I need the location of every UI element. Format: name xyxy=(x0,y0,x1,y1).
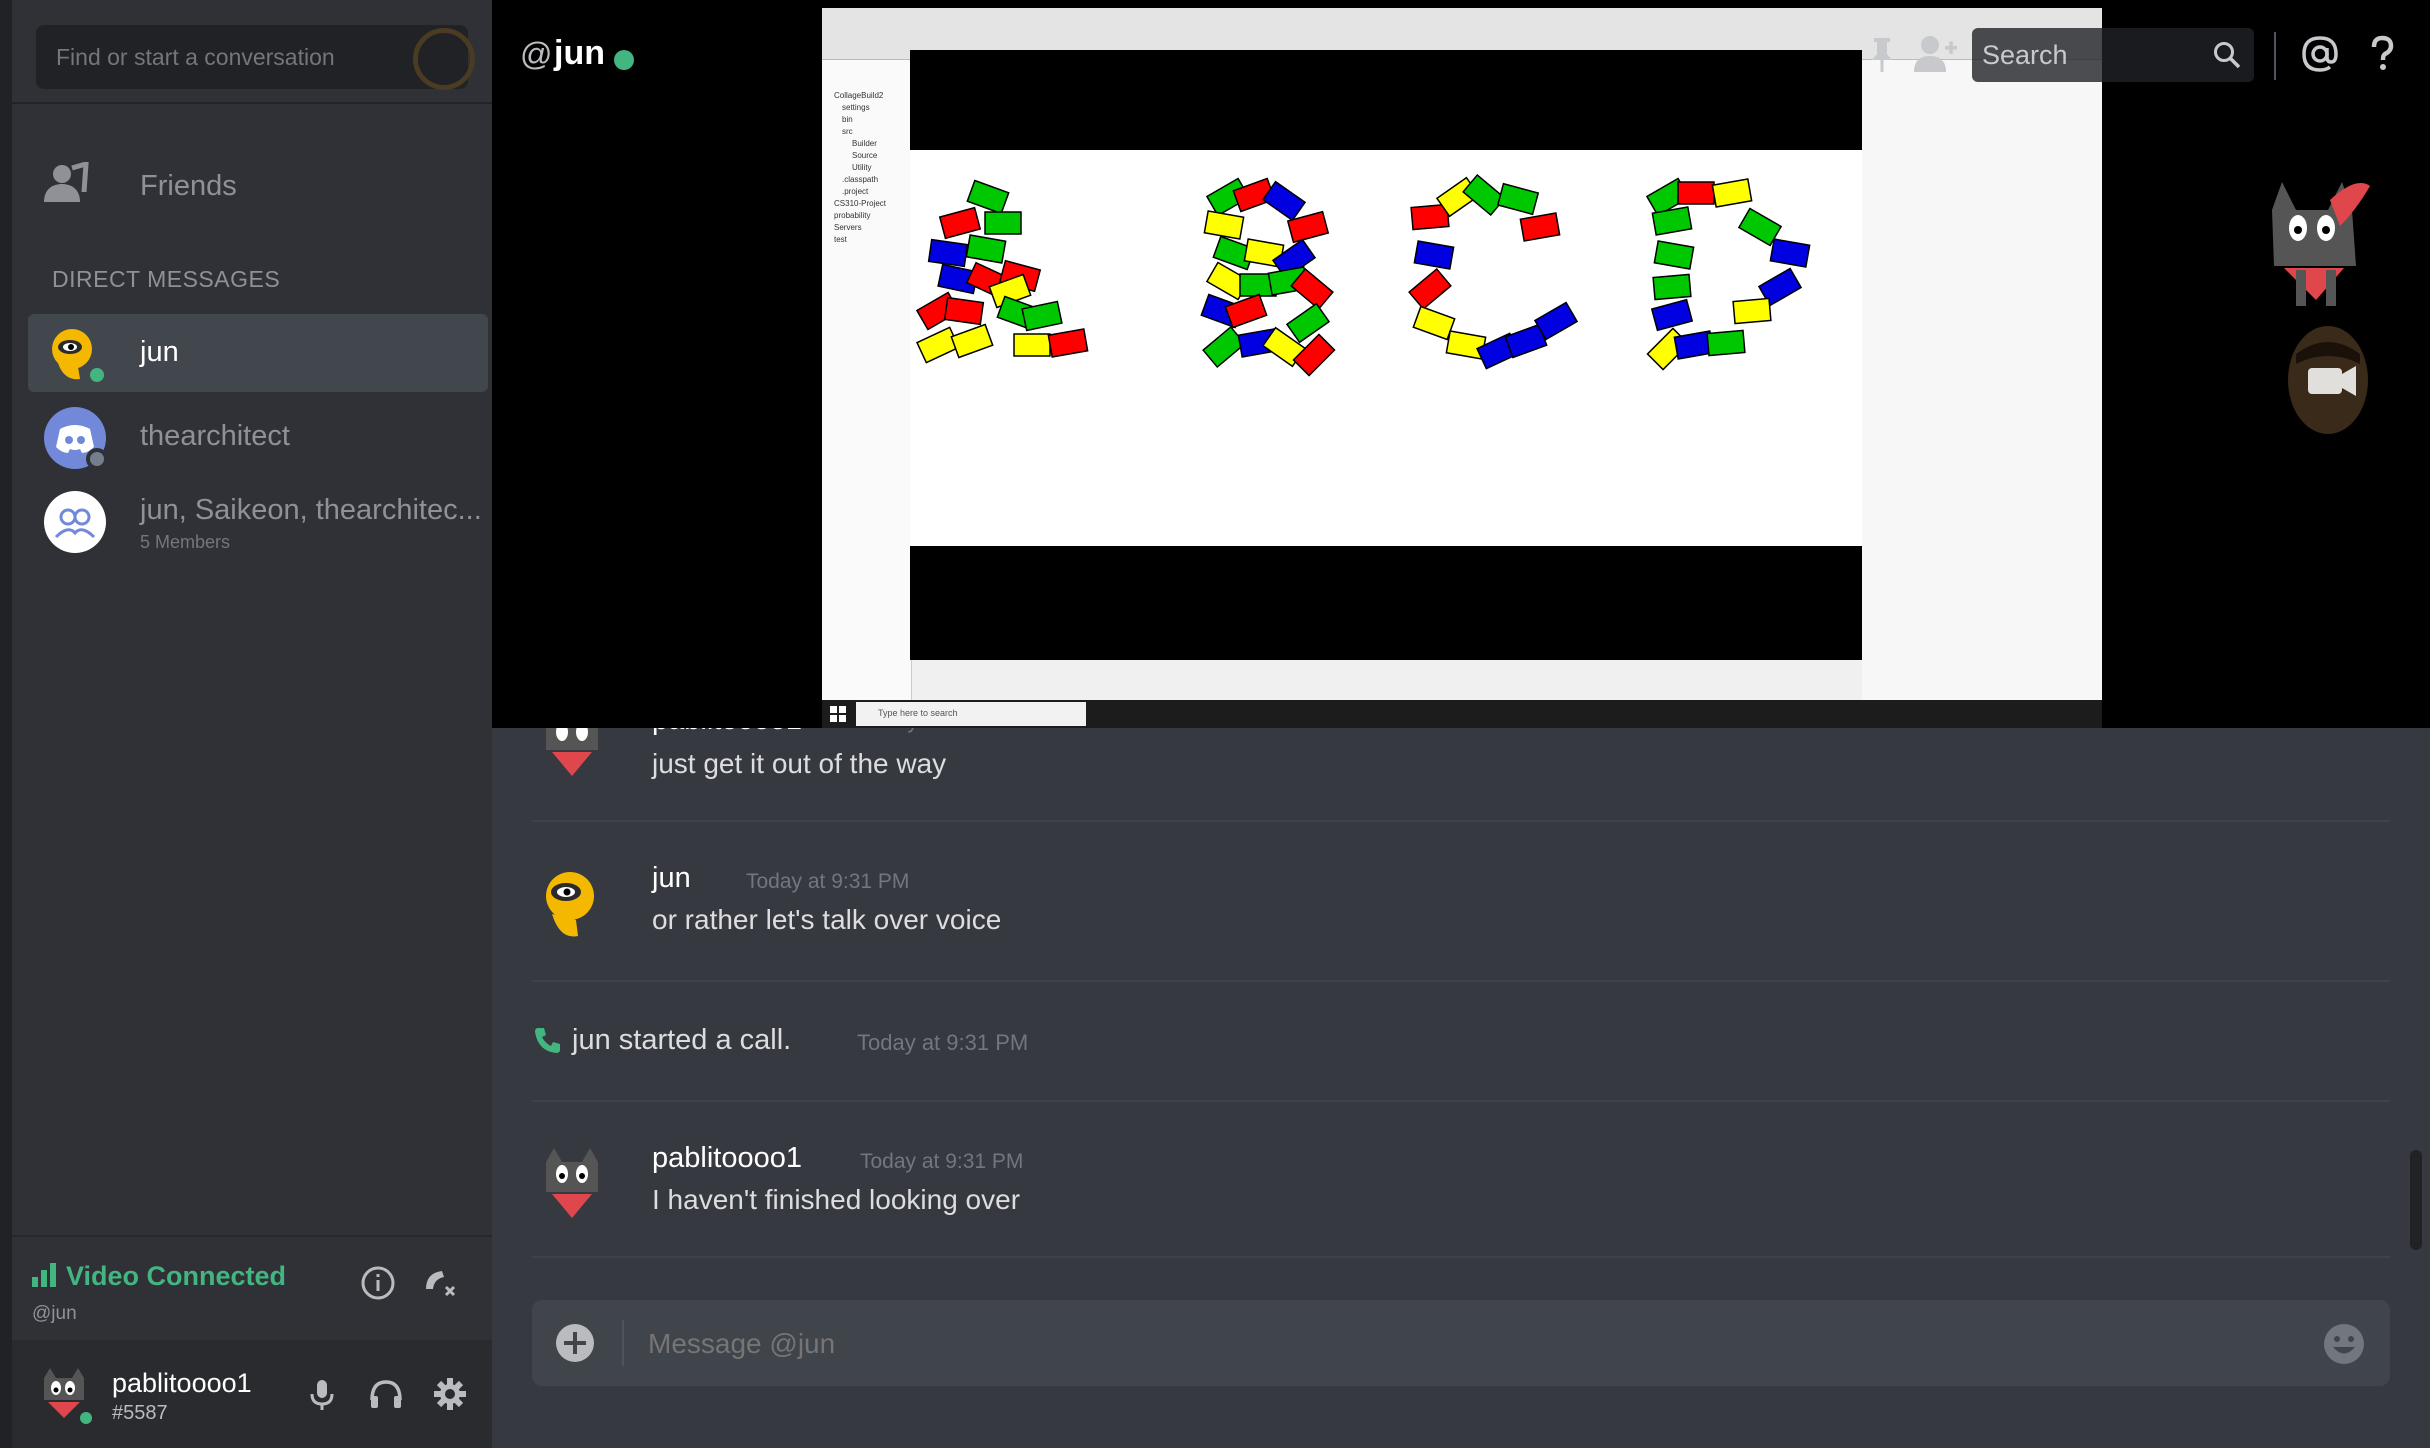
dm-name: jun, Saikeon, thearchitec... xyxy=(140,494,482,526)
dm-name: thearchitect xyxy=(140,420,290,452)
photos-viewer-window xyxy=(910,50,1862,660)
signal-icon xyxy=(32,1263,58,1287)
search-placeholder: Search xyxy=(1982,40,2068,70)
upload-plus-icon[interactable] xyxy=(554,1322,596,1364)
friends-icon xyxy=(44,162,89,202)
sidebar: Find or start a conversation Friends DIR… xyxy=(12,0,492,1448)
friends-label: Friends xyxy=(140,170,237,202)
system-message-call: jun started a call. Today at 9:31 PM xyxy=(532,1024,1532,1064)
message-timestamp: Today at 9:31 PM xyxy=(860,1150,1024,1173)
online-status-icon xyxy=(86,364,108,386)
windows-start-icon xyxy=(830,706,846,722)
scrollbar[interactable] xyxy=(2410,1150,2422,1250)
tree-item: probability xyxy=(834,211,871,220)
member-count: 5 Members xyxy=(140,532,231,552)
user-panel: pablitoooo1 #5587 xyxy=(12,1340,492,1448)
voice-connection-panel: Video Connected @jun xyxy=(12,1235,492,1338)
message-text: just get it out of the way xyxy=(652,748,947,779)
info-icon[interactable] xyxy=(358,1263,398,1303)
main-panel: pablitoooo1 Today at 9:31 PM just get it… xyxy=(492,0,2430,1448)
dm-item-group[interactable]: jun, Saikeon, thearchitec... 5 Members xyxy=(28,482,488,560)
project-tree: CollageBuild2 settings bin src Builder S… xyxy=(822,60,912,700)
tree-item: .project xyxy=(842,187,869,196)
participant-avatar-pablitoooo1[interactable] xyxy=(2260,170,2370,310)
loading-ring-icon xyxy=(413,28,475,90)
search-box[interactable]: Search xyxy=(1972,28,2254,82)
channel-name: jun xyxy=(554,34,605,72)
message-author[interactable]: jun xyxy=(652,862,691,895)
message-timestamp: Today at 9:31 PM xyxy=(746,870,910,893)
disconnect-call-icon[interactable] xyxy=(420,1263,460,1303)
video-call-area[interactable]: CollageBuild2 settings bin src Builder S… xyxy=(492,0,2430,728)
tree-item: bin xyxy=(842,115,853,124)
participant-avatar-jun-camera[interactable] xyxy=(2278,320,2378,440)
group-avatar xyxy=(44,491,106,553)
divider xyxy=(12,102,492,104)
windows-taskbar: Type here to search xyxy=(822,700,2102,728)
user-avatar[interactable] xyxy=(532,1142,612,1222)
find-conversation-button[interactable]: Find or start a conversation xyxy=(36,25,475,90)
online-status-icon xyxy=(614,50,634,70)
message-group: pablitoooo1 Today at 9:31 PM I haven't f… xyxy=(532,1142,2390,1232)
message-composer xyxy=(532,1300,2390,1386)
add-friend-icon[interactable] xyxy=(1912,32,1958,76)
dm-name: jun xyxy=(140,336,179,368)
group-icon xyxy=(49,496,101,548)
message-author[interactable]: pablitoooo1 xyxy=(652,1142,802,1175)
search-icon xyxy=(2214,42,2241,69)
voice-channel: @jun xyxy=(32,1303,77,1324)
header-bar: @ jun Search xyxy=(492,0,2430,110)
tree-item: Servers xyxy=(834,223,862,232)
user-avatar[interactable] xyxy=(532,862,612,942)
tree-item: Source xyxy=(852,151,878,160)
divider xyxy=(532,980,2390,982)
user-tag: #5587 xyxy=(112,1402,168,1424)
tree-item: test xyxy=(834,235,847,244)
call-started-text: jun started a call. xyxy=(572,1024,792,1056)
letter-collage-image xyxy=(915,173,1811,377)
pin-icon[interactable] xyxy=(1862,34,1902,74)
headphones-icon[interactable] xyxy=(366,1374,406,1414)
voice-status-label: Video Connected xyxy=(66,1261,287,1291)
divider xyxy=(532,1256,2390,1258)
online-status-icon xyxy=(76,1408,96,1428)
message-group: jun Today at 9:31 PM or rather let's tal… xyxy=(532,862,2390,952)
microphone-icon[interactable] xyxy=(302,1374,342,1414)
dm-item-thearchitect[interactable]: thearchitect xyxy=(28,398,488,476)
message-input[interactable] xyxy=(648,1328,2248,1360)
message-timestamp: Today at 9:31 PM xyxy=(857,1030,1029,1055)
message-text: or rather let's talk over voice xyxy=(652,904,1002,935)
at-icon: @ xyxy=(520,36,553,72)
find-conversation-placeholder: Find or start a conversation xyxy=(56,44,335,70)
settings-gear-icon[interactable] xyxy=(430,1374,470,1414)
divider xyxy=(532,1100,2390,1102)
screen-share-stream[interactable]: CollageBuild2 settings bin src Builder S… xyxy=(822,8,2102,728)
phone-icon xyxy=(535,1028,560,1053)
username: pablitoooo1 xyxy=(112,1368,252,1398)
message-text: I haven't finished looking over xyxy=(652,1184,1021,1215)
friends-nav-item[interactable]: Friends xyxy=(42,156,472,216)
taskbar-search: Type here to search xyxy=(856,702,1086,726)
tree-item: .classpath xyxy=(842,175,879,184)
emoji-picker-icon[interactable] xyxy=(2322,1322,2366,1366)
mentions-at-icon[interactable] xyxy=(2300,34,2340,74)
divider xyxy=(532,820,2390,822)
dm-item-jun[interactable]: jun xyxy=(28,314,488,392)
offline-status-icon xyxy=(86,448,108,470)
collage-image xyxy=(910,150,1862,546)
tree-item: CS310-Project xyxy=(834,199,887,208)
direct-messages-header: DIRECT MESSAGES xyxy=(52,266,281,292)
help-icon[interactable] xyxy=(2362,34,2402,74)
tree-item: Builder xyxy=(852,139,877,148)
divider xyxy=(2274,32,2276,80)
ide-right-pane xyxy=(1862,60,2102,700)
tree-item: Utility xyxy=(852,163,872,172)
divider xyxy=(622,1320,624,1366)
voice-status: Video Connected xyxy=(32,1261,286,1292)
tree-item: src xyxy=(842,127,853,136)
